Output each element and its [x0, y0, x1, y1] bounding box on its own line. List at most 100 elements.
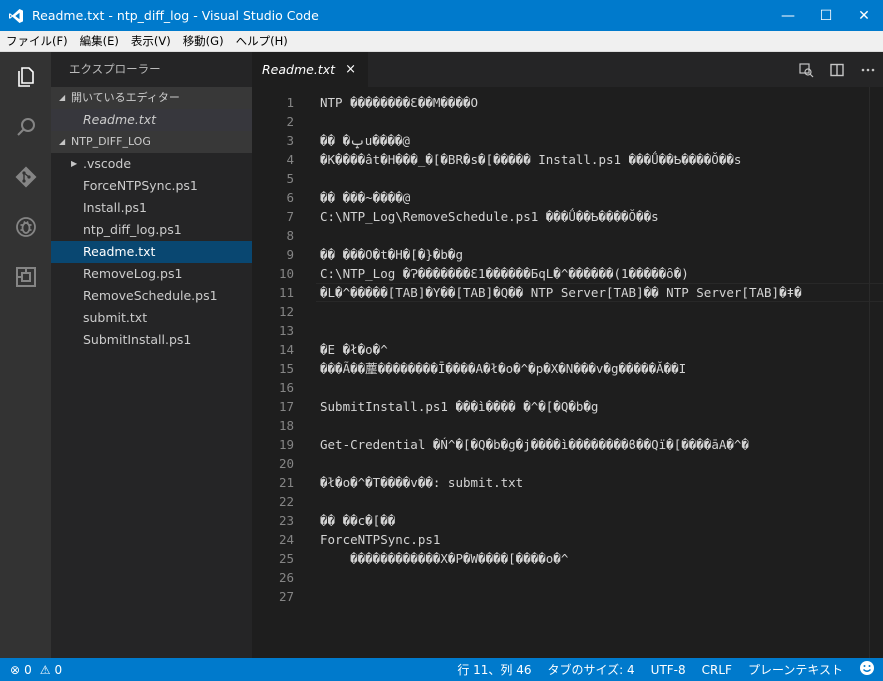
window-title: Readme.txt - ntp_diff_log - Visual Studi…: [32, 8, 319, 23]
code-editor[interactable]: 1 NTP ��������Ɛ��M����O 2 3 �� �ݒu����@ 4 �K��…: [252, 87, 883, 658]
status-bar: ⊗ 0 ⚠ 0 行 11、列 46 タブのサイズ: 4 UTF-8 CRLF プ…: [0, 658, 883, 681]
code-line[interactable]: 22: [252, 492, 883, 511]
file-item-removeschedule[interactable]: RemoveSchedule.ps1: [51, 285, 252, 307]
code-line[interactable]: 17 SubmitInstall.ps1 ���ì���� �^�[�Q�b�g: [252, 397, 883, 416]
code-line[interactable]: 19 Get-Credential �Ń^�[�Q�b�g�j����ì�����…: [252, 435, 883, 454]
code-line[interactable]: 14 �E �ł�o�^: [252, 340, 883, 359]
code-line[interactable]: 23 �� ��c�[��: [252, 511, 883, 530]
line-text: C:\NTP_Log\RemoveSchedule.ps1 ���Ǘ��Ҍ���…: [320, 209, 659, 224]
language-mode[interactable]: プレーンテキスト: [740, 661, 851, 678]
extensions-icon[interactable]: [0, 252, 51, 302]
code-line[interactable]: 27: [252, 587, 883, 606]
line-text: �K����ât�H���_�[�BR�s�[����� Install.ps1…: [320, 152, 742, 167]
title-bar: Readme.txt - ntp_diff_log - Visual Studi…: [0, 0, 883, 31]
encoding[interactable]: UTF-8: [643, 663, 694, 677]
menu-file[interactable]: ファイル(F): [0, 33, 74, 49]
minimize-button[interactable]: —: [769, 0, 807, 31]
menu-bar: ファイル(F) 編集(E) 表示(V) 移動(G) ヘルプ(H): [0, 31, 883, 52]
file-item-removelog[interactable]: RemoveLog.ps1: [51, 263, 252, 285]
file-item-install[interactable]: Install.ps1: [51, 197, 252, 219]
line-number: 22: [278, 494, 294, 509]
code-line[interactable]: 12: [252, 302, 883, 321]
code-line[interactable]: 8: [252, 226, 883, 245]
code-line[interactable]: 16: [252, 378, 883, 397]
code-line[interactable]: 13: [252, 321, 883, 340]
line-number: 11: [278, 285, 294, 300]
folder-item-vscode[interactable]: ▶ .vscode: [51, 153, 252, 175]
code-line[interactable]: 25 ������������X�P�W����[����o�^: [252, 549, 883, 568]
split-editor-icon[interactable]: [821, 52, 852, 87]
open-editor-readme[interactable]: Readme.txt: [51, 109, 252, 131]
cursor-position[interactable]: 行 11、列 46: [449, 661, 539, 678]
line-text: �� ���~����@: [320, 190, 411, 205]
menu-go[interactable]: 移動(G): [177, 33, 230, 49]
code-line[interactable]: 20: [252, 454, 883, 473]
code-line[interactable]: 2: [252, 112, 883, 131]
code-line[interactable]: 15 ���Ã��薼��������Ī����A�ł�o�^�p�X�N���v�…: [252, 359, 883, 378]
more-actions-icon[interactable]: [852, 52, 883, 87]
maximize-button[interactable]: ☐: [807, 0, 845, 31]
error-icon: ⊗: [10, 662, 21, 677]
line-text: �� �ݒu����@: [320, 133, 410, 148]
code-line[interactable]: 6 �� ���~����@: [252, 188, 883, 207]
open-editors-header[interactable]: ◢ 開いているエディター: [51, 87, 252, 109]
warning-icon: ⚠: [39, 662, 51, 677]
tab-label: Readme.txt: [262, 62, 336, 77]
line-ending[interactable]: CRLF: [694, 663, 740, 677]
code-line[interactable]: 11 �L�^�����[TAB]�Y��[TAB]�Q�� NTP Server…: [252, 283, 883, 302]
menu-edit[interactable]: 編集(E): [74, 33, 125, 49]
debug-icon[interactable]: [0, 202, 51, 252]
warning-count: 0: [54, 662, 63, 677]
line-number: 1: [286, 95, 294, 110]
activity-bar: [0, 52, 51, 658]
line-number: 14: [278, 342, 294, 357]
chevron-down-icon: ◢: [59, 93, 66, 102]
line-number: 15: [278, 361, 294, 376]
chevron-right-icon: ▶: [71, 159, 78, 168]
line-number: 17: [278, 399, 294, 414]
code-line[interactable]: 5: [252, 169, 883, 188]
code-line[interactable]: 9 �� ���O�t�H�[�}�b�g: [252, 245, 883, 264]
line-number: 2: [286, 114, 294, 129]
code-line[interactable]: 24 ForceNTPSync.ps1: [252, 530, 883, 549]
folder-label: NTP_DIFF_LOG: [71, 135, 151, 148]
code-line[interactable]: 26: [252, 568, 883, 587]
open-changes-icon[interactable]: [790, 52, 821, 87]
tab-bar: Readme.txt ×: [252, 52, 883, 87]
line-number: 20: [278, 456, 294, 471]
tab-size[interactable]: タブのサイズ: 4: [540, 661, 643, 678]
file-item-ntp-diff-log[interactable]: ntp_diff_log.ps1: [51, 219, 252, 241]
code-line[interactable]: 3 �� �ݒu����@: [252, 131, 883, 150]
smiley-icon[interactable]: [851, 660, 883, 679]
code-line[interactable]: 7 C:\NTP_Log\RemoveSchedule.ps1 ���Ǘ��Ҍ��…: [252, 207, 883, 226]
file-item-readme[interactable]: Readme.txt: [51, 241, 252, 263]
menu-view[interactable]: 表示(V): [125, 33, 177, 49]
close-icon[interactable]: ×: [345, 62, 356, 77]
git-icon[interactable]: [0, 152, 51, 202]
file-item-submitinstall[interactable]: SubmitInstall.ps1: [51, 329, 252, 351]
vertical-scrollbar[interactable]: [869, 87, 883, 658]
file-item-submit[interactable]: submit.txt: [51, 307, 252, 329]
line-text: Get-Credential �Ń^�[�Q�b�g�j����ì�������…: [320, 437, 749, 452]
problems-indicator[interactable]: ⊗ 0 ⚠ 0: [0, 663, 62, 677]
code-line[interactable]: 1 NTP ��������Ɛ��M����O: [252, 93, 883, 112]
code-line[interactable]: 10 C:\NTP_Log �Ɂ�������Ɛ1������БqL�^�����…: [252, 264, 883, 283]
chevron-down-icon: ◢: [59, 137, 66, 146]
line-number: 10: [278, 266, 294, 281]
code-line[interactable]: 18: [252, 416, 883, 435]
folder-header[interactable]: ◢ NTP_DIFF_LOG: [51, 131, 252, 153]
menu-help[interactable]: ヘルプ(H): [230, 33, 294, 49]
explorer-icon[interactable]: [0, 52, 51, 102]
code-line[interactable]: 4 �K����ât�H���_�[�BR�s�[����� Install.ps…: [252, 150, 883, 169]
open-editors-label: 開いているエディター: [71, 91, 180, 104]
search-icon[interactable]: [0, 102, 51, 152]
line-number: 25: [278, 551, 294, 566]
line-number: 7: [286, 209, 294, 224]
code-line[interactable]: 21 �ł�o�^�T����v��: submit.txt: [252, 473, 883, 492]
line-number: 5: [286, 171, 294, 186]
file-item-forcentpsync[interactable]: ForceNTPSync.ps1: [51, 175, 252, 197]
line-number: 3: [286, 133, 294, 148]
close-window-button[interactable]: ✕: [845, 0, 883, 31]
tab-readme[interactable]: Readme.txt ×: [252, 52, 368, 87]
line-text: �L�^�����[TAB]�Y��[TAB]�Q�� NTP Server[T…: [320, 285, 802, 300]
